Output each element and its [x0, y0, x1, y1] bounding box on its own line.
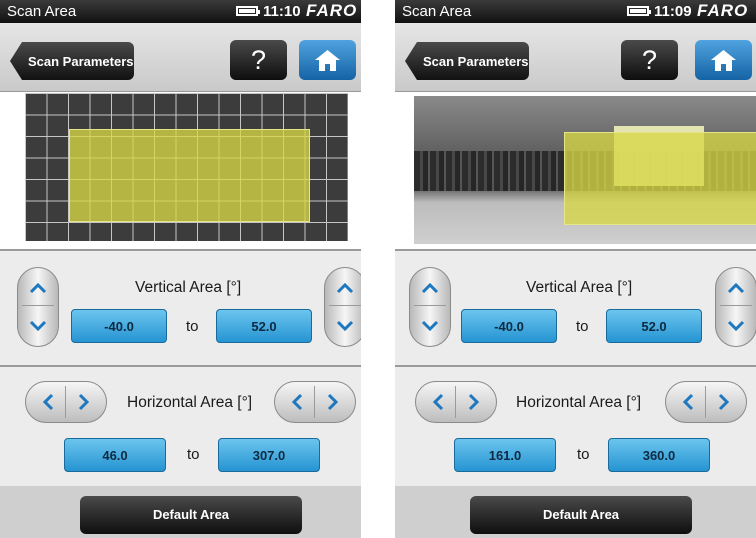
- chevron-down-icon: [727, 320, 745, 332]
- vertical-end-up-button[interactable]: [329, 271, 361, 306]
- default-area-button[interactable]: Default Area: [470, 496, 692, 534]
- vertical-end-stepper: [324, 267, 361, 347]
- horizontal-start-value[interactable]: 161.0: [454, 438, 556, 472]
- toolbar: Scan Parameters ?: [0, 23, 361, 92]
- vertical-start-down-button[interactable]: [22, 309, 54, 343]
- horizontal-start-left-button[interactable]: [421, 386, 456, 418]
- horizontal-to-label: to: [187, 446, 200, 463]
- selected-scan-area[interactable]: [564, 132, 756, 225]
- vertical-to-label: to: [576, 318, 589, 335]
- horizontal-end-left-button[interactable]: [280, 386, 315, 418]
- horizontal-end-right-button[interactable]: [316, 386, 350, 418]
- scan-area-screen-left: Scan Area 11:10 FARO Scan Parameters ? V…: [0, 0, 361, 538]
- home-icon: [315, 50, 340, 71]
- status-bar: Scan Area 11:10 FARO: [0, 0, 361, 23]
- bottom-bar: Default Area: [0, 486, 361, 538]
- scan-area-screen-right: Scan Area 11:09 FARO Scan Parameters ? V…: [395, 0, 756, 538]
- vertical-area-label: Vertical Area [°]: [135, 279, 242, 296]
- selected-scan-area[interactable]: [69, 129, 310, 222]
- status-time: 11:10: [263, 3, 301, 20]
- home-button[interactable]: [299, 40, 356, 80]
- vertical-end-down-button[interactable]: [329, 309, 361, 343]
- horizontal-start-stepper: [25, 381, 107, 423]
- horizontal-end-right-button[interactable]: [707, 386, 741, 418]
- scan-grid: [25, 93, 348, 241]
- battery-icon: [627, 6, 651, 16]
- horizontal-start-right-button[interactable]: [67, 386, 101, 418]
- vertical-area-label: Vertical Area [°]: [526, 279, 633, 296]
- status-bar: Scan Area 11:09 FARO: [395, 0, 756, 23]
- chevron-right-icon: [468, 393, 480, 411]
- home-button[interactable]: [695, 40, 752, 80]
- status-title: Scan Area: [402, 3, 472, 20]
- vertical-end-value[interactable]: 52.0: [606, 309, 702, 343]
- brand-logo: FARO: [306, 1, 358, 20]
- scan-area-preview[interactable]: [395, 92, 756, 251]
- vertical-end-value[interactable]: 52.0: [216, 309, 312, 343]
- horizontal-area-label: Horizontal Area [°]: [127, 394, 253, 411]
- chevron-right-icon: [327, 393, 339, 411]
- horizontal-end-value[interactable]: 360.0: [608, 438, 710, 472]
- vertical-end-stepper: [715, 267, 756, 347]
- bottom-bar: Default Area: [395, 486, 756, 538]
- vertical-start-up-button[interactable]: [22, 271, 54, 306]
- help-button[interactable]: ?: [621, 40, 678, 80]
- home-icon: [711, 50, 736, 71]
- horizontal-to-label: to: [577, 446, 590, 463]
- section-divider: [395, 365, 756, 367]
- status-title: Scan Area: [7, 3, 77, 20]
- vertical-start-value[interactable]: -40.0: [461, 309, 557, 343]
- horizontal-start-right-button[interactable]: [457, 386, 491, 418]
- horizontal-end-left-button[interactable]: [671, 386, 706, 418]
- vertical-start-up-button[interactable]: [414, 271, 446, 306]
- chevron-up-icon: [29, 282, 47, 294]
- vertical-to-label: to: [186, 318, 199, 335]
- horizontal-end-stepper: [665, 381, 747, 423]
- scan-area-preview[interactable]: [0, 92, 361, 251]
- chevron-up-icon: [336, 282, 354, 294]
- scan-parameters-back-button[interactable]: Scan Parameters: [10, 42, 134, 80]
- help-button[interactable]: ?: [230, 40, 287, 80]
- chevron-down-icon: [336, 320, 354, 332]
- status-time: 11:09: [654, 3, 692, 20]
- chevron-right-icon: [78, 393, 90, 411]
- battery-icon: [236, 6, 260, 16]
- horizontal-area-label: Horizontal Area [°]: [516, 394, 642, 411]
- chevron-left-icon: [432, 393, 444, 411]
- horizontal-end-value[interactable]: 307.0: [218, 438, 320, 472]
- horizontal-start-value[interactable]: 46.0: [64, 438, 166, 472]
- brand-logo: FARO: [697, 1, 749, 20]
- chevron-left-icon: [682, 393, 694, 411]
- vertical-end-up-button[interactable]: [720, 271, 752, 306]
- toolbar: Scan Parameters ?: [395, 23, 756, 92]
- chevron-down-icon: [421, 320, 439, 332]
- section-divider: [0, 365, 361, 367]
- chevron-down-icon: [29, 320, 47, 332]
- vertical-start-stepper: [409, 267, 451, 347]
- chevron-left-icon: [42, 393, 54, 411]
- vertical-end-down-button[interactable]: [720, 309, 752, 343]
- vertical-start-down-button[interactable]: [414, 309, 446, 343]
- panorama-image: [414, 96, 756, 244]
- chevron-up-icon: [727, 282, 745, 294]
- horizontal-start-left-button[interactable]: [31, 386, 66, 418]
- chevron-up-icon: [421, 282, 439, 294]
- default-area-button[interactable]: Default Area: [80, 496, 302, 534]
- vertical-start-stepper: [17, 267, 59, 347]
- horizontal-end-stepper: [274, 381, 356, 423]
- vertical-start-value[interactable]: -40.0: [71, 309, 167, 343]
- chevron-right-icon: [718, 393, 730, 411]
- horizontal-start-stepper: [415, 381, 497, 423]
- scan-parameters-back-button[interactable]: Scan Parameters: [405, 42, 529, 80]
- chevron-left-icon: [291, 393, 303, 411]
